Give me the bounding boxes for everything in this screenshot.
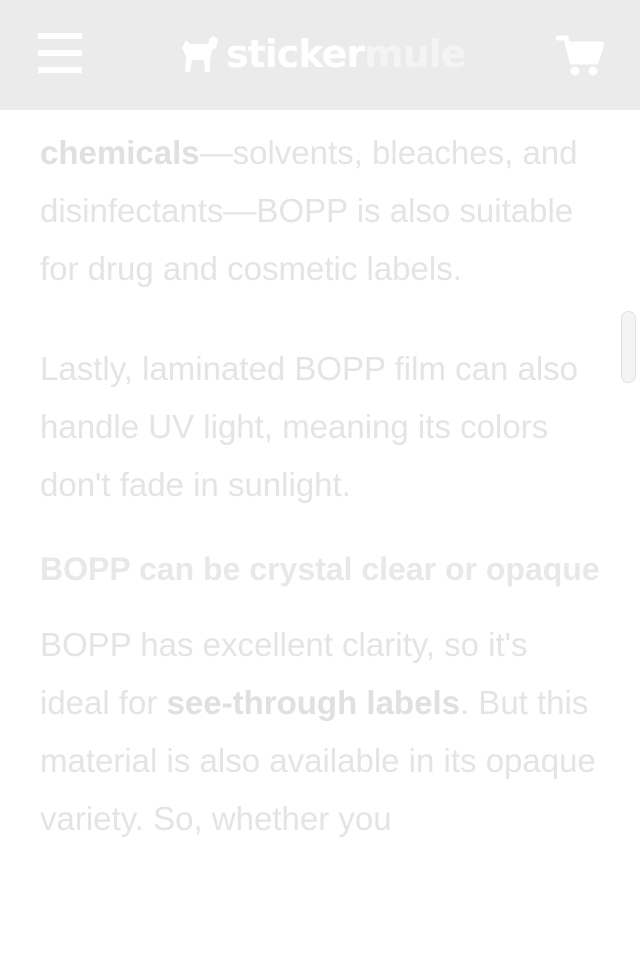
paragraph-uv-light: Lastly, laminated BOPP film can also han…	[40, 350, 579, 503]
hamburger-menu-icon[interactable]	[38, 33, 82, 73]
top-nav-bar: stickermule	[0, 0, 640, 110]
paragraph-chemicals: chemicals—solvents, bleaches, and disinf…	[40, 124, 600, 298]
mule-logo-icon	[182, 36, 218, 72]
logo-word-mule: mule	[364, 32, 466, 76]
logo-word-sticker: sticker	[226, 32, 365, 76]
bold-chemicals: chemicals	[40, 134, 200, 171]
section-heading: BOPP can be crystal clear or opaque	[40, 551, 600, 587]
scrollbar-thumb[interactable]	[621, 311, 636, 383]
paragraph-clarity: BOPP has excellent clarity, so it's idea…	[40, 616, 600, 848]
shopping-cart-icon[interactable]	[556, 34, 604, 78]
see-through-labels-link[interactable]: see-through labels	[167, 684, 460, 721]
page: stickermule chemicals—solvents, bleaches…	[0, 0, 640, 959]
article-body: chemicals—solvents, bleaches, and disinf…	[40, 124, 600, 848]
logo-wordmark: stickermule	[226, 32, 467, 76]
stickermule-logo[interactable]: stickermule	[178, 28, 467, 80]
